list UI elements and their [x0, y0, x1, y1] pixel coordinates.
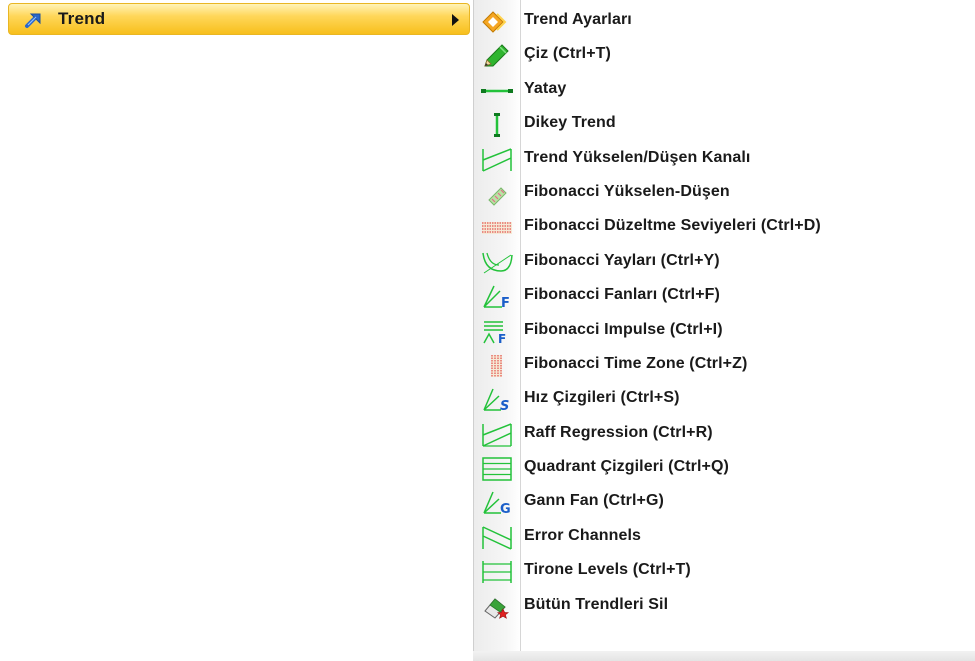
arrow-up-right-icon: [25, 11, 43, 29]
menu-item-fibonacci-duzeltme[interactable]: Fibonacci Düzeltme Seviyeleri (Ctrl+D): [473, 210, 975, 244]
menu-item-trend-kanali[interactable]: Trend Yükselen/Düşen Kanalı: [473, 142, 975, 176]
error-channels-icon: [481, 526, 513, 550]
speed-lines-icon: S: [481, 388, 513, 414]
menu-item-trend[interactable]: Trend: [8, 3, 470, 35]
pencil-icon: [481, 44, 513, 68]
menu-item-fibonacci-fanlari[interactable]: F Fibonacci Fanları (Ctrl+F): [473, 279, 975, 313]
menu-item-label: Trend Yükselen/Düşen Kanalı: [524, 148, 751, 166]
submenu-list: Trend Ayarları Çiz (Ctrl+T) Yatay Dikey …: [473, 4, 975, 623]
fibonacci-ruler-icon: [481, 182, 513, 206]
menu-item-label: Fibonacci Yayları (Ctrl+Y): [524, 251, 720, 269]
trend-submenu: Trend Ayarları Çiz (Ctrl+T) Yatay Dikey …: [473, 0, 975, 661]
menu-item-label: Error Channels: [524, 526, 641, 544]
menu-item-label: Hız Çizgileri (Ctrl+S): [524, 389, 680, 407]
svg-text:S: S: [500, 399, 509, 414]
svg-text:G: G: [500, 502, 511, 517]
fibonacci-arcs-icon: [481, 251, 513, 275]
fibonacci-retracement-icon: [481, 216, 513, 240]
menu-item-hiz-cizgileri[interactable]: S Hız Çizgileri (Ctrl+S): [473, 382, 975, 416]
quadrant-lines-icon: [481, 457, 513, 481]
svg-text:F: F: [501, 296, 510, 311]
horizontal-line-icon: [481, 79, 513, 103]
svg-text:F: F: [498, 332, 506, 346]
menu-item-label: Trend Ayarları: [524, 11, 632, 28]
menu-item-label: Trend: [58, 9, 106, 28]
menu-item-label: Quadrant Çizgileri (Ctrl+Q): [524, 458, 729, 476]
menu-item-label: Yatay: [524, 79, 567, 97]
channel-icon: [481, 147, 513, 172]
menu-item-gann-fan[interactable]: G Gann Fan (Ctrl+G): [473, 485, 975, 519]
menu-item-butun-trendleri-sil[interactable]: Bütün Trendleri Sil: [473, 589, 975, 623]
menu-item-raff-regression[interactable]: Raff Regression (Ctrl+R): [473, 417, 975, 451]
fibonacci-impulse-icon: F: [481, 320, 513, 346]
menu-item-fibonacci-impulse[interactable]: F Fibonacci Impulse (Ctrl+I): [473, 314, 975, 348]
menu-item-label: Fibonacci Fanları (Ctrl+F): [524, 286, 720, 304]
submenu-bottom-shadow: [473, 651, 975, 661]
menu-item-yatay[interactable]: Yatay: [473, 73, 975, 107]
menu-item-fibonacci-time-zone[interactable]: Fibonacci Time Zone (Ctrl+Z): [473, 348, 975, 382]
menu-item-label: Fibonacci Düzeltme Seviyeleri (Ctrl+D): [524, 217, 821, 235]
menu-item-label: Dikey Trend: [524, 114, 616, 132]
tirone-levels-icon: [481, 560, 513, 584]
gann-fan-icon: G: [481, 491, 513, 517]
eraser-delete-icon: [481, 595, 513, 619]
menu-item-fibonacci-yaylari[interactable]: Fibonacci Yayları (Ctrl+Y): [473, 245, 975, 279]
menu-item-label: Tirone Levels (Ctrl+T): [524, 561, 691, 579]
menu-item-label: Fibonacci Yükselen-Düşen: [524, 182, 730, 200]
menu-item-fibonacci-yukselen-dusen[interactable]: Fibonacci Yükselen-Düşen: [473, 176, 975, 210]
menu-item-tirone-levels[interactable]: Tirone Levels (Ctrl+T): [473, 554, 975, 588]
menu-item-ciz[interactable]: Çiz (Ctrl+T): [473, 38, 975, 72]
menu-item-trend-ayarlari[interactable]: Trend Ayarları: [473, 4, 975, 38]
menu-item-label: Çiz (Ctrl+T): [524, 45, 611, 63]
fibonacci-time-zone-icon: [481, 354, 513, 378]
vertical-line-icon: [481, 113, 513, 138]
menu-item-dikey-trend[interactable]: Dikey Trend: [473, 107, 975, 141]
menu-item-label: Raff Regression (Ctrl+R): [524, 423, 713, 441]
menu-item-error-channels[interactable]: Error Channels: [473, 520, 975, 554]
fibonacci-fan-icon: F: [481, 285, 513, 311]
raff-regression-icon: [481, 422, 513, 447]
menu-item-label: Gann Fan (Ctrl+G): [524, 492, 664, 510]
submenu-arrow-icon: [452, 14, 459, 26]
menu-item-label: Bütün Trendleri Sil: [524, 595, 669, 613]
menu-item-quadrant-cizgileri[interactable]: Quadrant Çizgileri (Ctrl+Q): [473, 451, 975, 485]
menu-item-label: Fibonacci Time Zone (Ctrl+Z): [524, 354, 748, 372]
trend-settings-icon: [481, 10, 513, 34]
menu-item-label: Fibonacci Impulse (Ctrl+I): [524, 320, 723, 338]
